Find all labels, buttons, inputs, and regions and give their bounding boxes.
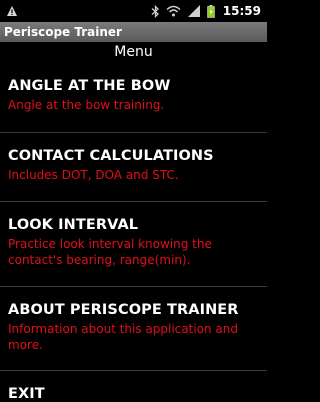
menu-item-title: ANGLE AT THE BOW	[8, 78, 171, 94]
menu-item-angle-at-the-bow[interactable]: ANGLE AT THE BOW Angle at the bow traini…	[0, 78, 267, 113]
menu-item-description: Practice look interval knowing the conta…	[8, 237, 212, 267]
menu-item-look-interval[interactable]: LOOK INTERVAL Practice look interval kno…	[0, 217, 267, 268]
menu-item-about-periscope-trainer[interactable]: ABOUT PERISCOPE TRAINER Information abou…	[0, 302, 267, 353]
status-bar: 15:59	[0, 0, 267, 22]
status-time: 15:59	[222, 4, 261, 18]
app-title-bar: Periscope Trainer	[0, 22, 267, 42]
battery-icon	[206, 4, 215, 18]
menu-item-title: ABOUT PERISCOPE TRAINER	[8, 302, 239, 318]
warning-icon	[6, 5, 18, 17]
menu-item-title: LOOK INTERVAL	[8, 217, 139, 233]
menu-item-contact-calculations[interactable]: CONTACT CALCULATIONS Includes DOT, DOA a…	[0, 148, 267, 183]
divider	[0, 132, 267, 133]
menu-item-description: Includes DOT, DOA and STC.	[8, 168, 179, 182]
menu-item-title: CONTACT CALCULATIONS	[8, 148, 214, 164]
bluetooth-icon	[151, 4, 160, 18]
signal-icon	[187, 5, 201, 17]
menu-item-description: Information about this application and m…	[8, 322, 239, 352]
menu-item-description: Angle at the bow training.	[8, 98, 165, 112]
divider	[0, 201, 267, 202]
wifi-icon	[166, 5, 181, 17]
menu-heading: Menu	[114, 44, 153, 60]
divider	[0, 370, 267, 371]
divider	[0, 286, 267, 287]
